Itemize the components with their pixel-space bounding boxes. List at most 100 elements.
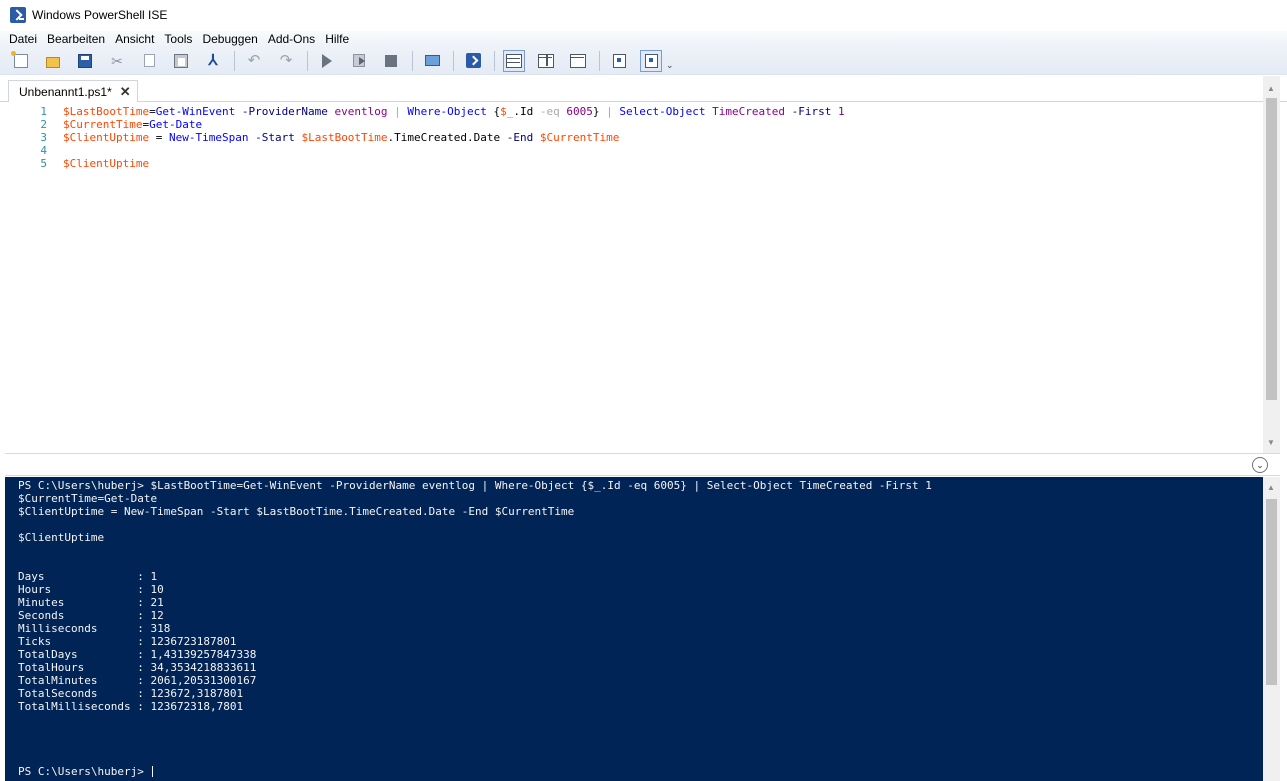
scroll-up-icon[interactable]: ▲ xyxy=(1267,84,1275,93)
console-scrollbar[interactable]: ▲ xyxy=(1263,477,1280,781)
paste-icon xyxy=(174,53,188,68)
code-line[interactable] xyxy=(63,144,845,157)
layout-script-right-button[interactable] xyxy=(535,50,557,72)
console-line: $ClientUptime xyxy=(18,531,105,544)
console-line: Days : 1 xyxy=(18,570,158,583)
code-token: = xyxy=(149,105,156,118)
stop-button[interactable] xyxy=(380,50,402,72)
scrollbar-thumb[interactable] xyxy=(1266,499,1277,685)
toolbar-separator xyxy=(453,50,454,71)
layout-script-top-button[interactable] xyxy=(503,49,525,72)
console-line: Milliseconds : 318 xyxy=(18,622,171,635)
pane-splitter[interactable]: ⌄ xyxy=(5,453,1280,476)
console-line: Minutes : 21 xyxy=(18,596,164,609)
menu-bar: Datei Bearbeiten Ansicht Tools Debuggen … xyxy=(0,31,1287,47)
open-button[interactable] xyxy=(42,50,64,72)
menu-ansicht[interactable]: Ansicht xyxy=(110,32,159,46)
code-token: } xyxy=(592,105,607,118)
new-file-icon xyxy=(11,50,28,68)
code-token: = xyxy=(149,131,169,144)
expand-console-pane-icon[interactable]: ⌄ xyxy=(1252,457,1268,473)
clear-console-icon: ⅄ xyxy=(208,51,218,69)
run-selection-button[interactable] xyxy=(348,50,370,72)
layout-right-icon xyxy=(538,53,554,68)
command-addon-icon xyxy=(644,53,658,68)
code-token: -eq xyxy=(539,105,560,118)
scroll-down-icon[interactable]: ▼ xyxy=(1267,438,1275,447)
scrollbar-thumb[interactable] xyxy=(1266,98,1277,400)
show-script-pane-button[interactable] xyxy=(608,50,630,72)
menu-debuggen[interactable]: Debuggen xyxy=(197,32,262,46)
code-line[interactable]: $ClientUptime xyxy=(63,157,845,170)
title-bar: Windows PowerShell ISE xyxy=(0,0,1287,30)
menu-add-ons[interactable]: Add-Ons xyxy=(263,32,320,46)
code-token: { xyxy=(486,105,501,118)
undo-button[interactable]: ↶ xyxy=(243,50,265,72)
paste-button[interactable] xyxy=(170,50,192,72)
menu-bearbeiten[interactable]: Bearbeiten xyxy=(42,32,110,46)
line-number: 4 xyxy=(40,144,47,157)
scroll-up-icon[interactable]: ▲ xyxy=(1267,483,1275,492)
code-token: $ClientUptime xyxy=(63,131,150,144)
code-token: -Start xyxy=(255,131,295,144)
code-token: Select-Object xyxy=(619,105,706,118)
code-token: 6005 xyxy=(566,105,593,118)
console-output: PS C:\Users\huberj> $LastBootTime=Get-Wi… xyxy=(5,479,932,713)
code-token: | xyxy=(606,105,620,118)
console-line: TotalMilliseconds : 123672318,7801 xyxy=(18,700,244,713)
console-prompt-line[interactable]: PS C:\Users\huberj> xyxy=(5,765,154,778)
code-token: Get-Date xyxy=(149,118,203,131)
script-editor[interactable]: $LastBootTime=Get-WinEvent -ProviderName… xyxy=(63,105,845,170)
code-token: TimeCreated xyxy=(712,105,785,118)
script-pane[interactable]: 12345 $LastBootTime=Get-WinEvent -Provid… xyxy=(5,103,1263,453)
console-line: $CurrentTime=Get-Date xyxy=(18,492,158,505)
code-line[interactable]: $ClientUptime = New-TimeSpan -Start $Las… xyxy=(63,131,845,144)
console-line: TotalHours : 34,3534218833611 xyxy=(18,661,257,674)
tab-unbenannt1[interactable]: Unbenannt1.ps1* ✕ xyxy=(8,80,138,102)
code-token: $CurrentTime xyxy=(63,118,143,131)
save-icon xyxy=(78,53,92,68)
undo-icon: ↶ xyxy=(247,51,261,69)
console-line: Ticks : 1236723187801 xyxy=(18,635,237,648)
remote-powershell-button[interactable] xyxy=(421,50,443,72)
layout-maximized-icon xyxy=(570,53,586,68)
toolbar-separator xyxy=(494,50,495,71)
console-pane[interactable]: PS C:\Users\huberj> $LastBootTime=Get-Wi… xyxy=(5,477,1263,781)
run-script-button[interactable] xyxy=(316,50,338,72)
toolbar-overflow-icon[interactable]: ⌄ xyxy=(666,60,674,71)
close-tab-icon[interactable]: ✕ xyxy=(120,84,131,100)
new-script-button[interactable] xyxy=(10,50,32,72)
console-line: TotalSeconds : 123672,3187801 xyxy=(18,687,244,700)
redo-button[interactable]: ↷ xyxy=(275,50,297,72)
show-command-addon-button[interactable] xyxy=(640,49,662,72)
menu-tools[interactable]: Tools xyxy=(159,32,197,46)
code-line[interactable]: $CurrentTime=Get-Date xyxy=(63,118,845,131)
copy-button[interactable] xyxy=(138,50,160,72)
menu-datei[interactable]: Datei xyxy=(4,32,42,46)
code-token: $LastBootTime xyxy=(63,105,150,118)
layout-script-maximized-button[interactable] xyxy=(567,50,589,72)
toolbar-separator xyxy=(599,50,600,71)
code-line[interactable]: $LastBootTime=Get-WinEvent -ProviderName… xyxy=(63,105,845,118)
script-scrollbar[interactable]: ▲ ▼ xyxy=(1263,76,1280,454)
code-token: -First xyxy=(791,105,832,118)
code-token: $ClientUptime xyxy=(63,157,150,170)
cut-button[interactable]: ✂ xyxy=(106,50,128,72)
window-title: Windows PowerShell ISE xyxy=(32,8,168,22)
clear-console-button[interactable]: ⅄ xyxy=(202,50,224,72)
code-token: 1 xyxy=(837,105,845,118)
start-powershell-button[interactable] xyxy=(462,50,484,72)
folder-open-icon xyxy=(46,56,60,68)
line-number: 2 xyxy=(40,118,47,131)
console-line: Seconds : 12 xyxy=(18,609,164,622)
save-button[interactable] xyxy=(74,50,96,72)
powershell-app-icon xyxy=(10,7,26,23)
run-selection-icon xyxy=(353,54,365,67)
code-token: New-TimeSpan xyxy=(168,131,249,144)
console-line: TotalDays : 1,43139257847338 xyxy=(18,648,257,661)
code-token: | xyxy=(387,105,408,118)
menu-hilfe[interactable]: Hilfe xyxy=(320,32,354,46)
